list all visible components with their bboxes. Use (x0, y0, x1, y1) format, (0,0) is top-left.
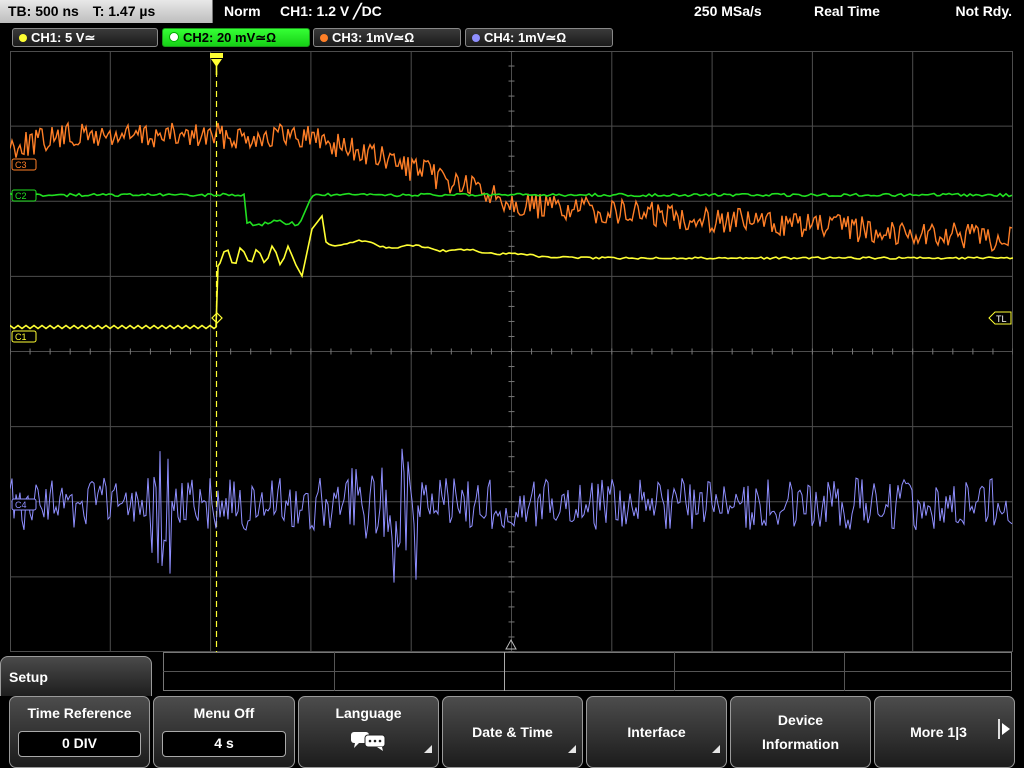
ch3-dot-icon (320, 34, 328, 42)
submenu-arrow-icon (712, 745, 720, 753)
menu-title: Setup (0, 656, 152, 696)
waveform-display[interactable]: C3 C2 C1 C4 TL (10, 51, 1013, 652)
next-arrow-icon (1002, 723, 1010, 735)
acquisition-mode-text[interactable]: Real Time (814, 0, 880, 23)
menu-off-value[interactable]: 4 s (162, 731, 286, 757)
trigger-mode-text[interactable]: Norm (224, 0, 261, 23)
submenu-arrow-icon (568, 745, 576, 753)
language-label: Language (335, 705, 402, 721)
language-softkey[interactable]: Language (298, 696, 439, 768)
trigger-info-text[interactable]: CH1: 1.2 V ╱DC (280, 0, 382, 23)
ch4-ground-marker[interactable]: C4 (11, 498, 37, 511)
trigger-time-text: T: 1.47 µs (92, 3, 156, 19)
menu-off-softkey[interactable]: Menu Off 4 s (153, 696, 295, 768)
time-reference-softkey[interactable]: Time Reference 0 DIV (9, 696, 150, 768)
trigger-marker-icon[interactable] (210, 53, 223, 75)
tab-ch2-label: CH2: 20 mV≃Ω (183, 30, 277, 45)
ch2-ground-marker[interactable]: C2 (11, 189, 37, 202)
divider (998, 719, 1000, 739)
sample-rate-text: 250 MSa/s (694, 3, 762, 19)
ch1-dot-icon (19, 34, 27, 42)
ch2-dot-icon (169, 32, 179, 42)
tab-ch4[interactable]: CH4: 1mV≃Ω (465, 28, 613, 47)
timebase-text: TB: 500 ns (8, 3, 79, 19)
trigger-level-marker[interactable]: TL (988, 311, 1012, 325)
menu-title-text: Setup (9, 669, 48, 685)
more-label: More 1|3 (910, 724, 967, 740)
device-information-label: Device (777, 712, 824, 728)
tab-ch3-label: CH3: 1mV≃Ω (332, 30, 415, 45)
interface-softkey[interactable]: Interface (586, 696, 727, 768)
menu-off-label: Menu Off (193, 705, 255, 721)
tab-ch1-label: CH1: 5 V≃ (31, 30, 96, 45)
tab-ch2[interactable]: CH2: 20 mV≃Ω (162, 28, 310, 47)
ch1-ground-marker[interactable]: C1 (11, 330, 37, 343)
ch3-ground-marker[interactable]: C3 (11, 158, 37, 171)
interface-label: Interface (627, 724, 686, 740)
tab-ch4-label: CH4: 1mV≃Ω (484, 30, 567, 45)
date-time-label: Date & Time (472, 724, 553, 740)
device-information-label-2: Information (762, 736, 839, 752)
speech-bubbles-icon (351, 732, 386, 751)
ch4-ground-label: C4 (15, 500, 27, 510)
info-strip (163, 652, 1012, 691)
timebase-trigger-readout[interactable]: TB: 500 ns T: 1.47 µs (0, 0, 213, 23)
date-time-softkey[interactable]: Date & Time (442, 696, 583, 768)
tab-ch1[interactable]: CH1: 5 V≃ (12, 28, 158, 47)
device-information-softkey[interactable]: Device Information (730, 696, 871, 768)
time-reference-value[interactable]: 0 DIV (18, 731, 141, 757)
ch2-ground-label: C2 (15, 191, 27, 201)
ch3-ground-label: C3 (15, 160, 27, 170)
trigger-state-text: Not Rdy. (955, 3, 1012, 19)
grid (10, 51, 1013, 652)
time-reference-label: Time Reference (27, 705, 132, 721)
ch1-ground-label: C1 (15, 332, 27, 342)
trigger-level-label: TL (996, 314, 1007, 324)
more-softkey[interactable]: More 1|3 (874, 696, 1015, 768)
waveform-canvas: C3 C2 C1 C4 TL (10, 51, 1013, 652)
ch4-dot-icon (472, 34, 480, 42)
submenu-arrow-icon (424, 745, 432, 753)
tab-ch3[interactable]: CH3: 1mV≃Ω (313, 28, 461, 47)
